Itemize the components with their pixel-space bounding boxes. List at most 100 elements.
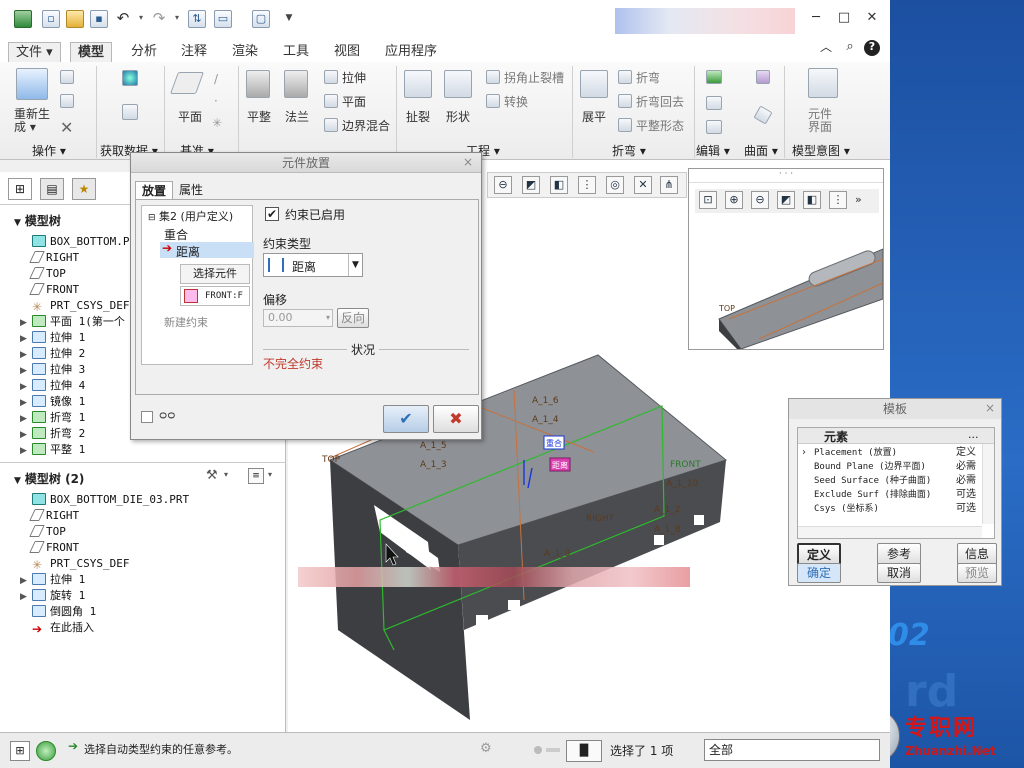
close-window-icon[interactable]: ▢ [252, 10, 270, 28]
spin-center-icon[interactable]: ⋔ [660, 176, 678, 194]
group-editing[interactable]: 编辑 ▾ [696, 142, 730, 160]
undo-dropdown-icon[interactable]: ▾ [132, 10, 150, 28]
edit-2-icon[interactable] [706, 120, 722, 134]
glasses-icon[interactable]: ᴑᴑ [159, 408, 175, 422]
bend-button[interactable]: 折弯 [636, 69, 660, 86]
tree-item[interactable]: ▶ 拉伸 4 [20, 378, 85, 394]
redo-icon[interactable]: ↷ [150, 10, 168, 28]
bend-back-icon[interactable] [618, 94, 632, 108]
constraint-set[interactable]: ⊟ 集2 (用户定义) [148, 208, 233, 224]
collapse-ribbon-icon[interactable]: ︿ [818, 40, 834, 56]
expand-toggle-icon[interactable]: ▶ [20, 443, 32, 459]
sub-zoom-window-icon[interactable]: ⊡ [699, 191, 717, 209]
expand-toggle-icon[interactable]: ▶ [20, 427, 32, 443]
regenerate-quick-icon[interactable]: ⇅ [188, 10, 206, 28]
form-button[interactable]: 形状 [446, 108, 470, 125]
flatten-button[interactable]: 平整 [247, 108, 271, 125]
paste-icon[interactable] [60, 94, 74, 108]
flatten-icon[interactable] [246, 70, 270, 98]
boundary-blend-icon[interactable] [324, 118, 338, 132]
datum-display-icon[interactable]: ✕ [634, 176, 652, 194]
user-defined-feature-icon[interactable] [122, 70, 138, 86]
select-dropdown-icon[interactable]: ▼ [348, 254, 362, 276]
flange-button[interactable]: 法兰 [285, 108, 309, 125]
search-icon[interactable]: ⌕ [842, 40, 858, 56]
display-style-icon[interactable]: ◧ [550, 176, 568, 194]
toggle-navigator-icon[interactable]: ⊞ [10, 741, 30, 761]
datum-plane-icon[interactable] [169, 72, 205, 94]
group-surfaces[interactable]: 曲面 ▾ [744, 142, 778, 160]
extrude-icon[interactable] [324, 70, 338, 84]
tree-item[interactable]: RIGHT [20, 250, 79, 266]
maximize-button[interactable]: □ [836, 11, 852, 27]
tree-item[interactable]: FRONT [20, 282, 79, 298]
offset-input[interactable]: 0.00 ▾ [263, 309, 333, 327]
tree-item[interactable]: ▶ 平面 1(第一个 [20, 314, 125, 330]
tree-item[interactable]: ✳ PRT_CSYS_DEF [20, 298, 129, 314]
tree-item[interactable]: ➔ 在此插入 [20, 620, 94, 636]
rip-button[interactable]: 扯裂 [406, 108, 430, 125]
undo-icon[interactable]: ↶ [114, 10, 132, 28]
table-horizontal-scrollbar[interactable] [798, 526, 982, 538]
axis-icon[interactable]: / [214, 72, 218, 86]
tab-view[interactable]: 视图 [327, 42, 367, 62]
tab-analysis[interactable]: 分析 [124, 42, 164, 62]
dialog-close-icon[interactable]: × [463, 155, 473, 169]
tree-item[interactable]: ✳ PRT_CSYS_DEF [20, 556, 129, 572]
table-vertical-scrollbar[interactable] [982, 444, 994, 524]
component-interface-icon[interactable] [808, 68, 838, 98]
constraint-enabled-checkbox[interactable]: ✔ [265, 207, 279, 221]
corner-relief-icon[interactable] [486, 70, 500, 84]
flip-button[interactable]: 反向 [337, 308, 369, 328]
model-tree-2-title[interactable]: ▼ 模型树 (2) [14, 470, 84, 487]
expand-toggle-icon[interactable]: ▶ [20, 573, 32, 589]
edit-icon[interactable] [706, 96, 722, 110]
close-button[interactable]: ✕ [864, 11, 880, 27]
redo-dropdown-icon[interactable]: ▾ [168, 10, 186, 28]
style-icon[interactable] [753, 105, 773, 125]
minimize-button[interactable]: ─ [808, 11, 824, 27]
expand-toggle-icon[interactable]: ▶ [20, 589, 32, 605]
tab-favorites-icon[interactable]: ★ [72, 178, 96, 200]
tree-item[interactable]: RIGHT [20, 508, 79, 524]
tab-render[interactable]: 渲染 [225, 42, 265, 62]
saved-views-icon[interactable]: ⋮ [578, 176, 596, 194]
annotation-display-icon[interactable]: ◎ [606, 176, 624, 194]
tab-placement[interactable]: 放置 [135, 181, 174, 199]
find-icon[interactable]: ▐▌ [566, 740, 602, 762]
new-file-icon[interactable]: ▫ [42, 10, 60, 28]
sub-zoom-out-icon[interactable]: ⊖ [751, 191, 769, 209]
tree-item[interactable]: ▶ 镜像 1 [20, 394, 85, 410]
preview-checkbox[interactable] [141, 411, 153, 423]
expand-toggle-icon[interactable]: ▶ [20, 315, 32, 331]
point-icon[interactable]: · [214, 94, 218, 108]
tree-item[interactable]: ▶ 拉伸 1 [20, 572, 85, 588]
group-bends[interactable]: 折弯 ▾ [612, 142, 646, 160]
help-icon[interactable]: ? [864, 40, 880, 56]
flat-pattern-button[interactable]: 平整形态 [636, 117, 684, 134]
tree-item[interactable]: FRONT [20, 540, 79, 556]
delete-icon[interactable]: ✕ [60, 118, 73, 137]
sub-saved-views-icon[interactable]: ⋮ [829, 191, 847, 209]
form-icon[interactable] [444, 70, 472, 98]
tab-applications[interactable]: 应用程序 [378, 42, 444, 62]
tree-item[interactable]: TOP [20, 524, 66, 540]
constraint-distance[interactable]: 距离 [176, 243, 200, 260]
expand-toggle-icon[interactable]: ▶ [20, 363, 32, 379]
tree-item[interactable]: ▶ 拉伸 2 [20, 346, 85, 362]
tree-item[interactable]: ▶ 折弯 1 [20, 410, 85, 426]
windows-icon[interactable]: ▭ [214, 10, 232, 28]
tab-file[interactable]: 文件 ▾ [8, 42, 61, 62]
expand-toggle-icon[interactable]: ▶ [20, 347, 32, 363]
selection-filter[interactable]: 全部 [704, 739, 880, 761]
extrude-button[interactable]: 拉伸 [342, 69, 366, 86]
expand-toggle-icon[interactable]: ▶ [20, 395, 32, 411]
convert-icon[interactable] [486, 94, 500, 108]
template-ok-button[interactable]: 确定 [797, 563, 841, 583]
component-interface-button[interactable]: 元件界面 [808, 108, 840, 134]
component-preview[interactable]: TOP [689, 219, 883, 349]
flat-wall-button[interactable]: 平面 [342, 93, 366, 110]
tab-folder-browser-icon[interactable]: ▤ [40, 178, 64, 200]
new-constraint-link[interactable]: 新建约束 [164, 314, 208, 330]
flat-wall-icon[interactable] [324, 94, 338, 108]
